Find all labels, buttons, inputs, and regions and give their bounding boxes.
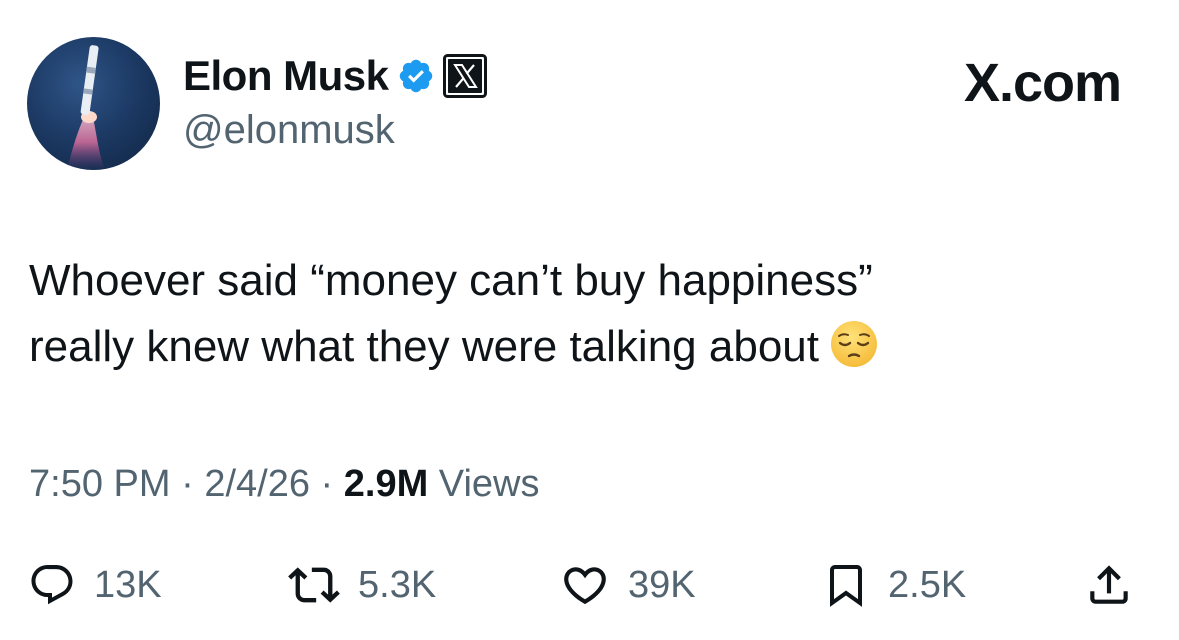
like-button[interactable]: 39K: [560, 555, 696, 615]
reply-button[interactable]: 13K: [28, 555, 162, 615]
repost-count: 5.3K: [358, 563, 437, 606]
views-count[interactable]: 2.9M: [344, 463, 428, 505]
bookmark-count: 2.5K: [888, 563, 967, 606]
author-display-name[interactable]: Elon Musk: [183, 52, 389, 100]
tweet-text-line-2-text: really knew what they were talking about: [29, 322, 819, 371]
action-bar: 13K 5.3K 39K 2.5K: [0, 555, 1179, 615]
pensive-face-emoji-icon: [829, 319, 879, 369]
bookmark-icon: [830, 565, 862, 607]
tweet-text-line-2: really knew what they were talking about: [29, 314, 1129, 380]
views-label[interactable]: Views: [428, 463, 540, 505]
author-handle[interactable]: @elonmusk: [183, 108, 395, 153]
avatar[interactable]: [27, 37, 160, 170]
bookmark-button[interactable]: 2.5K: [822, 555, 966, 615]
author-name-row: Elon Musk: [183, 52, 487, 100]
tweet-meta: 7:50 PM · 2/4/26 · 2.9M Views: [29, 463, 539, 506]
repost-button[interactable]: 5.3K: [288, 555, 436, 615]
rocket-launch-avatar-icon: [67, 45, 105, 170]
x-logo-badge-icon[interactable]: [442, 54, 487, 98]
heart-icon: [564, 567, 606, 605]
repost-icon: [288, 567, 340, 603]
like-count: 39K: [628, 563, 696, 606]
brand-logo: X.com: [963, 53, 1122, 113]
tweet-time[interactable]: 7:50 PM: [29, 463, 171, 505]
reply-count: 13K: [94, 563, 162, 606]
share-button[interactable]: [1084, 555, 1134, 615]
share-icon: [1090, 565, 1128, 604]
meta-separator: ·: [170, 463, 205, 505]
reply-icon: [31, 565, 73, 605]
meta-separator: ·: [309, 463, 344, 505]
tweet-text: Whoever said “money can’t buy happiness”…: [29, 248, 1129, 380]
tweet-text-line-1: Whoever said “money can’t buy happiness”: [29, 256, 873, 305]
verified-badge-icon[interactable]: [397, 57, 435, 95]
tweet-card: Elon Musk @elonmusk X.com Whoever said “…: [0, 0, 1179, 640]
tweet-date[interactable]: 2/4/26: [204, 463, 310, 505]
